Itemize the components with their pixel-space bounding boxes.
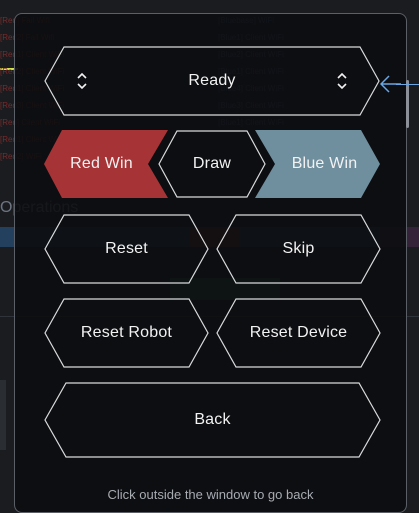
back-button[interactable]: Back (44, 382, 381, 458)
reset-robot-button[interactable]: Reset Robot (44, 298, 209, 368)
blue-win-button[interactable]: Blue Win (255, 130, 380, 198)
red-win-button[interactable]: Red Win (44, 130, 169, 198)
reset-device-label: Reset Device (249, 324, 348, 341)
select-updown-icon-right (337, 72, 347, 90)
left-panel-edge (0, 380, 6, 450)
reset-device-button[interactable]: Reset Device (216, 298, 381, 368)
draw-label: Draw (192, 155, 232, 172)
skip-label: Skip (282, 240, 315, 257)
back-label: Back (194, 411, 231, 428)
skip-button[interactable]: Skip (216, 214, 381, 284)
reset-label: Reset (105, 240, 148, 257)
draw-button[interactable]: Draw (158, 130, 266, 198)
status-select-value: Ready (188, 72, 236, 89)
callout-arrow-icon (380, 75, 401, 93)
blue-win-label: Blue Win (291, 155, 358, 172)
red-win-label: Red Win (70, 155, 133, 172)
reset-robot-label: Reset Robot (80, 324, 173, 341)
reset-button[interactable]: Reset (44, 214, 209, 284)
dialog-scrollbar[interactable] (406, 80, 409, 128)
status-select[interactable]: Ready (44, 46, 380, 116)
dismiss-hint: Click outside the window to go back (107, 487, 314, 502)
